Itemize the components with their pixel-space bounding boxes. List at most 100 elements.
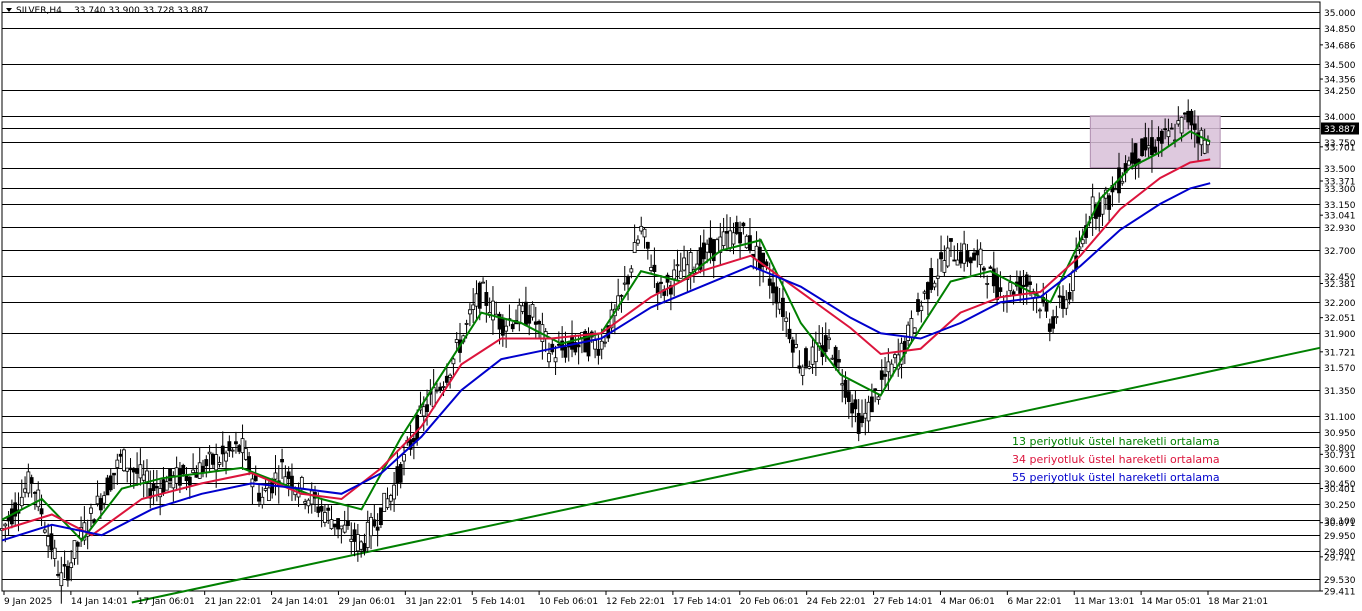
price-body bbox=[379, 507, 383, 526]
price-body bbox=[642, 228, 647, 238]
price-body bbox=[332, 523, 337, 528]
price-body bbox=[1159, 130, 1164, 144]
price-body bbox=[1202, 139, 1207, 154]
price-body bbox=[846, 391, 851, 403]
price-body bbox=[922, 291, 927, 294]
price-body bbox=[243, 448, 248, 460]
price-body bbox=[323, 512, 327, 523]
price-body bbox=[33, 492, 37, 494]
price-body bbox=[1163, 128, 1168, 131]
price-body bbox=[329, 519, 334, 530]
price-body bbox=[388, 495, 393, 502]
price-body bbox=[471, 304, 476, 310]
x-tick-label: 27 Feb 14:01 bbox=[874, 597, 933, 607]
price-body bbox=[1192, 123, 1197, 130]
price-body bbox=[1077, 246, 1082, 250]
price-body bbox=[883, 373, 887, 377]
collapse-triangle-icon[interactable] bbox=[6, 8, 12, 12]
price-body bbox=[636, 239, 640, 244]
price-body bbox=[263, 488, 268, 491]
price-body bbox=[675, 264, 680, 267]
price-body bbox=[66, 565, 70, 581]
price-body bbox=[912, 327, 917, 334]
price-body bbox=[860, 415, 864, 424]
price-body bbox=[303, 501, 308, 504]
price-body bbox=[596, 348, 601, 356]
price-body bbox=[659, 281, 663, 284]
price-body bbox=[191, 469, 196, 473]
level-label: 32.700 bbox=[1324, 247, 1356, 257]
y-tick-label: 34.356 bbox=[1324, 76, 1356, 86]
price-body bbox=[556, 343, 561, 346]
price-body bbox=[1176, 120, 1181, 125]
price-body bbox=[504, 325, 509, 332]
price-body bbox=[227, 441, 232, 452]
y-tick-label: 31.721 bbox=[1324, 348, 1356, 358]
price-body bbox=[856, 412, 861, 434]
price-body bbox=[708, 237, 713, 254]
price-body bbox=[804, 348, 808, 367]
price-body bbox=[982, 267, 986, 271]
price-body bbox=[187, 476, 192, 486]
price-body bbox=[1038, 309, 1042, 312]
y-tick-label: 29.411 bbox=[1324, 588, 1356, 598]
price-body bbox=[682, 257, 686, 271]
price-body bbox=[945, 247, 950, 267]
price-body bbox=[372, 519, 377, 527]
price-body bbox=[721, 231, 726, 246]
price-body bbox=[879, 370, 884, 380]
price-body bbox=[866, 401, 871, 422]
price-chart[interactable]: 35.000 34.850 34.500 34.250 34.000 33.887 33.7… bbox=[0, 0, 1362, 611]
price-body bbox=[1126, 160, 1131, 166]
price-body bbox=[715, 239, 719, 254]
price-body bbox=[19, 496, 24, 507]
price-body bbox=[1054, 315, 1059, 319]
price-body bbox=[122, 449, 126, 472]
price-body bbox=[444, 375, 449, 383]
price-body bbox=[1183, 112, 1187, 115]
price-body bbox=[517, 304, 522, 325]
price-body bbox=[645, 241, 650, 249]
price-body bbox=[477, 282, 482, 309]
level-label: 31.570 bbox=[1324, 364, 1356, 374]
price-body bbox=[220, 445, 225, 455]
price-body bbox=[23, 488, 27, 493]
price-body bbox=[365, 521, 370, 548]
price-body bbox=[398, 464, 403, 483]
price-body bbox=[431, 387, 436, 408]
price-body bbox=[260, 496, 265, 505]
price-body bbox=[105, 477, 110, 496]
price-body bbox=[402, 454, 406, 462]
price-body bbox=[893, 354, 897, 359]
price-body bbox=[988, 266, 993, 269]
price-body bbox=[112, 472, 116, 476]
price-body bbox=[833, 346, 838, 368]
level-label: 32.200 bbox=[1324, 299, 1356, 309]
price-body bbox=[929, 268, 934, 290]
price-body bbox=[210, 453, 215, 465]
price-body bbox=[253, 475, 258, 482]
price-body bbox=[382, 492, 387, 512]
price-body bbox=[1166, 130, 1171, 138]
price-body bbox=[863, 412, 868, 419]
price-body bbox=[906, 324, 911, 341]
price-body bbox=[530, 304, 535, 318]
level-label: 35.000 bbox=[1324, 9, 1356, 19]
price-body bbox=[827, 337, 831, 341]
price-body bbox=[72, 540, 77, 559]
price-body bbox=[359, 541, 364, 550]
price-body bbox=[771, 282, 775, 294]
price-body bbox=[886, 361, 891, 373]
y-tick-label: 30.401 bbox=[1324, 485, 1356, 495]
price-body bbox=[593, 340, 597, 350]
price-body bbox=[131, 468, 136, 473]
price-body bbox=[75, 542, 80, 547]
price-body bbox=[629, 268, 634, 273]
ma-line-3 bbox=[1, 182, 1211, 542]
price-body bbox=[240, 438, 245, 454]
price-body bbox=[108, 475, 113, 491]
price-body bbox=[1153, 146, 1158, 153]
level-label: 30.600 bbox=[1324, 465, 1356, 475]
price-body bbox=[9, 508, 14, 525]
price-body bbox=[655, 283, 660, 294]
